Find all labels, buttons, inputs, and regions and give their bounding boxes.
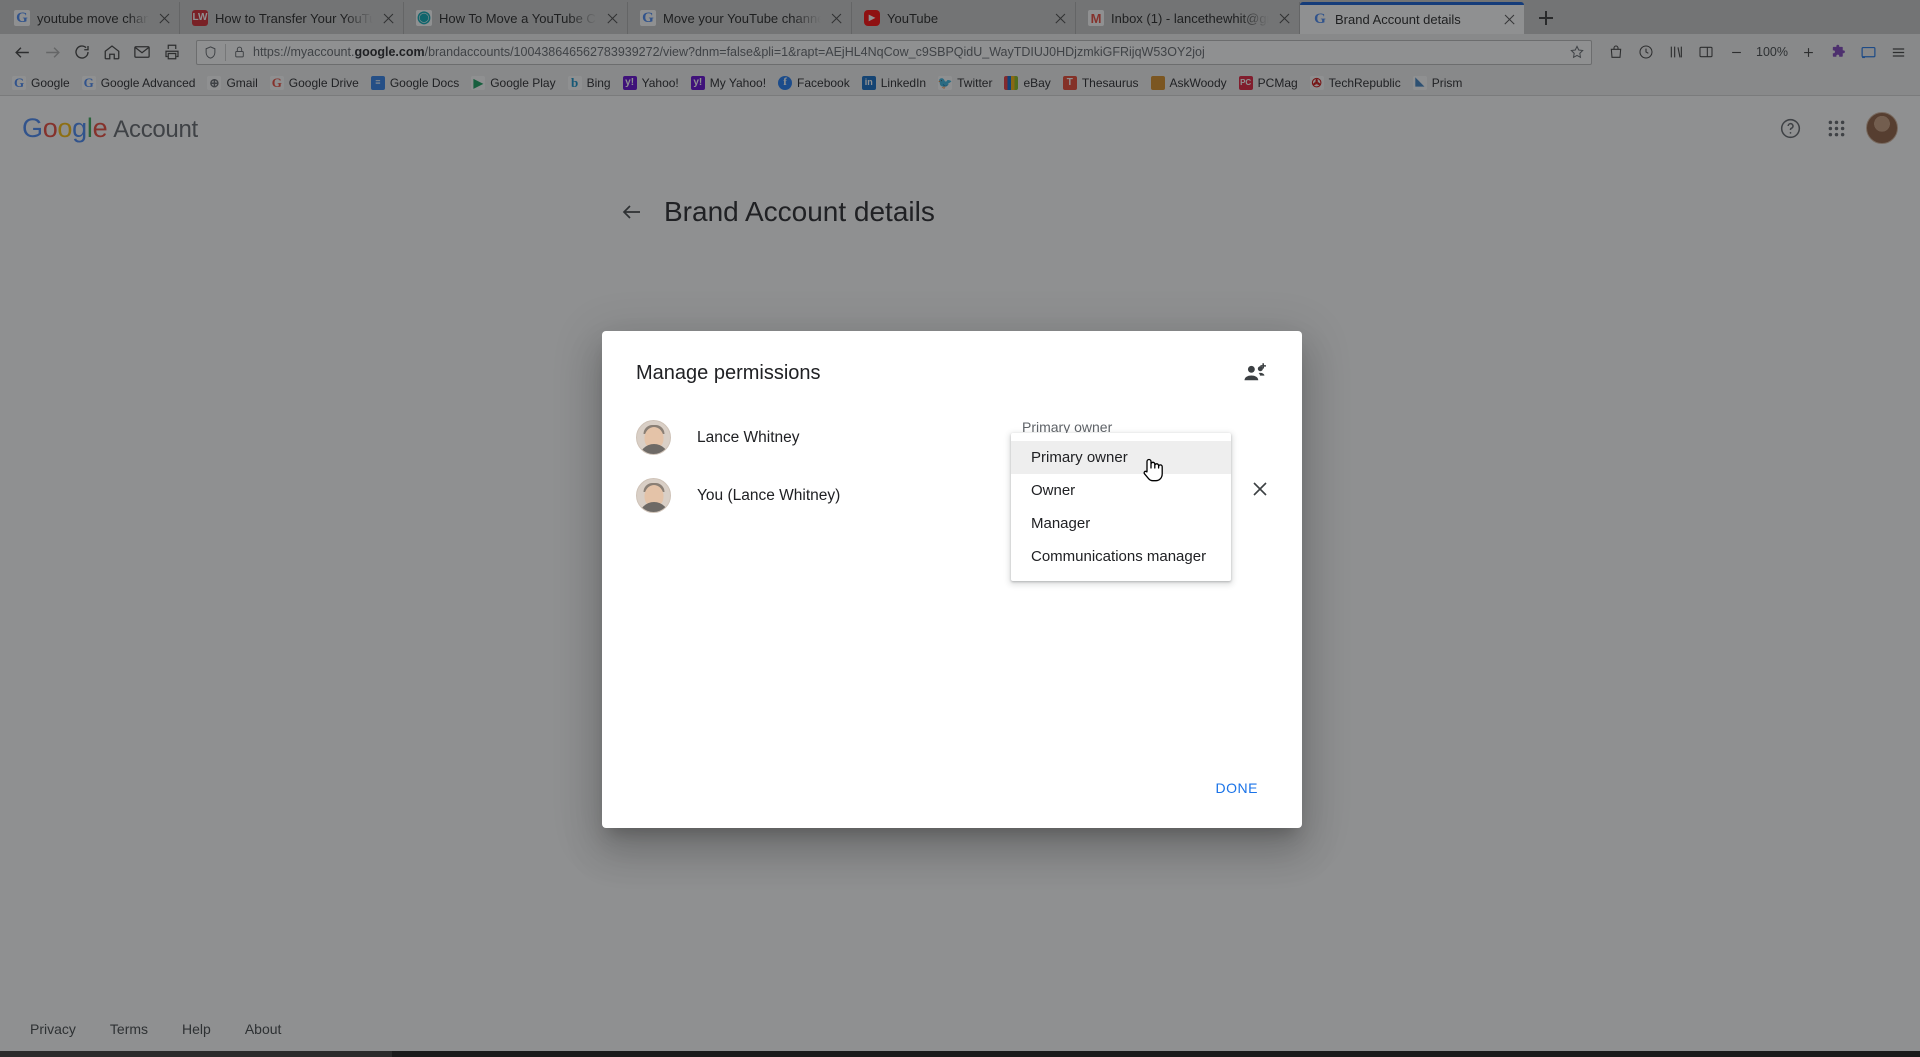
member-name: You (Lance Whitney) xyxy=(697,486,841,504)
taskbar xyxy=(0,1051,1920,1057)
remove-member-icon[interactable] xyxy=(1248,477,1272,501)
dialog-header: Manage permissions xyxy=(602,331,1302,387)
dropdown-option-manager[interactable]: Manager xyxy=(1011,507,1231,540)
add-people-icon[interactable] xyxy=(1240,359,1268,387)
role-dropdown-menu: Primary owner Owner Manager Communicatio… xyxy=(1011,433,1231,581)
dropdown-option-primary-owner[interactable]: Primary owner xyxy=(1011,441,1231,474)
avatar xyxy=(636,420,671,455)
dropdown-option-owner[interactable]: Owner xyxy=(1011,474,1231,507)
member-name: Lance Whitney xyxy=(697,428,800,446)
browser-window: G youtube move channel to anot LW How to… xyxy=(0,0,1920,1057)
taskbar-active-segment xyxy=(0,1051,392,1057)
avatar xyxy=(636,478,671,513)
done-button[interactable]: DONE xyxy=(1206,772,1268,804)
dialog-title: Manage permissions xyxy=(636,361,821,384)
dropdown-option-communications-manager[interactable]: Communications manager xyxy=(1011,540,1231,573)
